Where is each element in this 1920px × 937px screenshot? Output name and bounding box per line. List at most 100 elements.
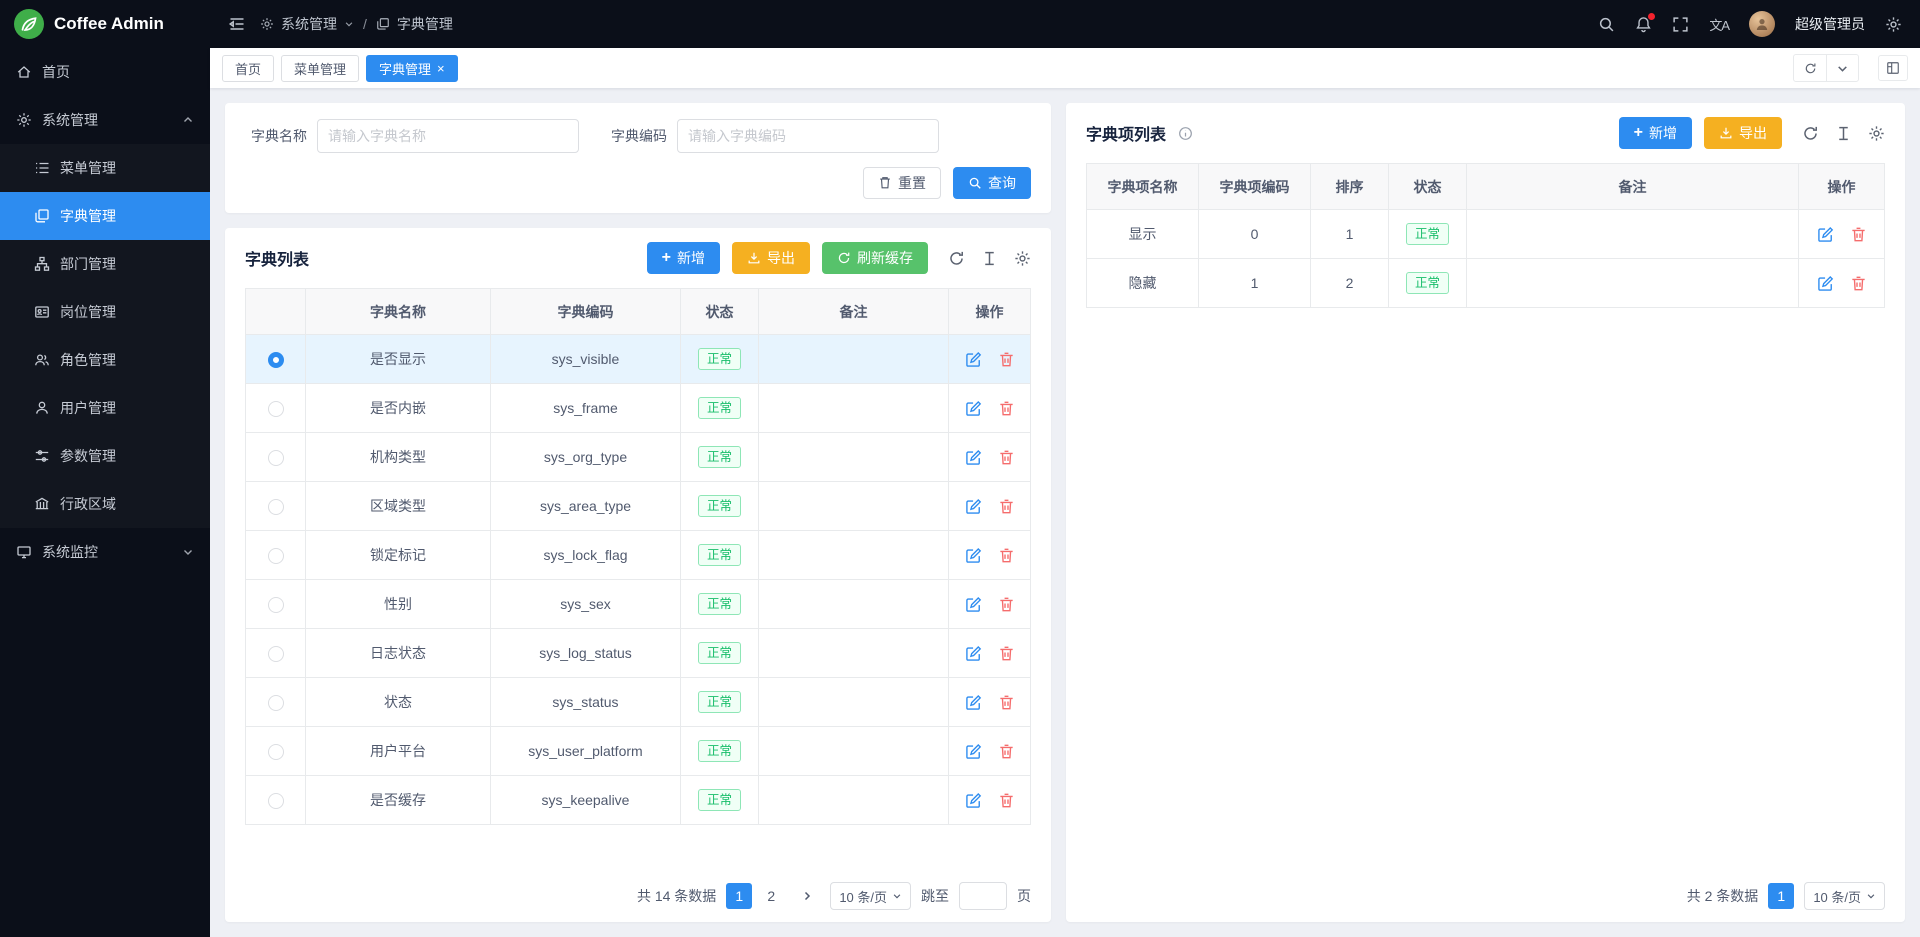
breadcrumb-level2[interactable]: 字典管理: [397, 14, 453, 34]
edit-icon[interactable]: [965, 400, 982, 417]
sidebar-item[interactable]: 部门管理: [0, 240, 210, 288]
density-icon[interactable]: [1835, 125, 1852, 142]
delete-icon[interactable]: [998, 400, 1015, 417]
row-radio[interactable]: [268, 793, 284, 809]
row-radio[interactable]: [268, 646, 284, 662]
delete-icon[interactable]: [998, 449, 1015, 466]
dict-code-cell: sys_keepalive: [491, 776, 681, 825]
delete-icon[interactable]: [998, 743, 1015, 760]
sidebar-item-monitor[interactable]: 系统监控: [0, 528, 210, 576]
query-button[interactable]: 查询: [953, 167, 1031, 199]
next-page-button[interactable]: [794, 883, 820, 909]
row-radio[interactable]: [268, 499, 284, 515]
close-icon[interactable]: ×: [437, 62, 445, 75]
refresh-icon[interactable]: [1794, 55, 1826, 81]
jump-page-input[interactable]: [959, 882, 1007, 910]
page-size-select[interactable]: 10 条/页: [1804, 882, 1885, 910]
sidebar-item[interactable]: 岗位管理: [0, 288, 210, 336]
sidebar-item[interactable]: 用户管理: [0, 384, 210, 432]
export-button[interactable]: 导出: [1704, 117, 1782, 149]
row-radio[interactable]: [268, 695, 284, 711]
row-radio[interactable]: [268, 597, 284, 613]
edit-icon[interactable]: [965, 547, 982, 564]
dict-code-input[interactable]: [677, 119, 939, 153]
delete-icon[interactable]: [998, 792, 1015, 809]
export-button[interactable]: 导出: [732, 242, 810, 274]
gear-icon[interactable]: [1868, 125, 1885, 142]
table-row[interactable]: 是否显示sys_visible正常: [246, 335, 1031, 384]
tab-menu-management[interactable]: 菜单管理: [281, 55, 359, 82]
layout-icon[interactable]: [1878, 55, 1908, 81]
row-radio[interactable]: [268, 352, 284, 368]
table-row[interactable]: 性别sys_sex正常: [246, 580, 1031, 629]
edit-icon[interactable]: [965, 351, 982, 368]
edit-icon[interactable]: [965, 694, 982, 711]
delete-icon[interactable]: [1850, 226, 1867, 243]
app-logo[interactable]: Coffee Admin: [0, 0, 210, 48]
sidebar-item[interactable]: 字典管理: [0, 192, 210, 240]
sidebar-item[interactable]: 参数管理: [0, 432, 210, 480]
table-row[interactable]: 是否内嵌sys_frame正常: [246, 384, 1031, 433]
sidebar-item[interactable]: 菜单管理: [0, 144, 210, 192]
sidebar-item[interactable]: 行政区域: [0, 480, 210, 528]
add-button[interactable]: + 新增: [647, 242, 720, 274]
reset-button[interactable]: 重置: [863, 167, 941, 199]
page-size-select[interactable]: 10 条/页: [830, 882, 911, 910]
table-row[interactable]: 日志状态sys_log_status正常: [246, 629, 1031, 678]
density-icon[interactable]: [981, 250, 998, 267]
delete-icon[interactable]: [998, 596, 1015, 613]
gear-icon[interactable]: [1014, 250, 1031, 267]
tab-home[interactable]: 首页: [222, 55, 274, 82]
search-icon[interactable]: [1598, 16, 1615, 33]
chevron-down-icon[interactable]: [1826, 55, 1858, 81]
fullscreen-icon[interactable]: [1672, 16, 1689, 33]
delete-icon[interactable]: [998, 645, 1015, 662]
refresh-icon[interactable]: [948, 250, 965, 267]
page-button-2[interactable]: 2: [758, 883, 784, 909]
menu-fold-icon[interactable]: [228, 15, 246, 33]
page-button-1[interactable]: 1: [726, 883, 752, 909]
row-radio[interactable]: [268, 744, 284, 760]
dict-name-input[interactable]: [317, 119, 579, 153]
edit-icon[interactable]: [1817, 226, 1834, 243]
table-row[interactable]: 隐藏12正常: [1087, 259, 1885, 308]
edit-icon[interactable]: [965, 449, 982, 466]
username[interactable]: 超级管理员: [1795, 14, 1865, 34]
refresh-icon[interactable]: [1802, 125, 1819, 142]
delete-icon[interactable]: [998, 694, 1015, 711]
dict-item-pagination: 共 2 条数据 1 10 条/页: [1086, 872, 1885, 910]
avatar[interactable]: [1749, 11, 1775, 37]
edit-icon[interactable]: [965, 596, 982, 613]
add-button[interactable]: + 新增: [1619, 117, 1692, 149]
edit-icon[interactable]: [965, 645, 982, 662]
edit-icon[interactable]: [1817, 275, 1834, 292]
delete-icon[interactable]: [1850, 275, 1867, 292]
table-row[interactable]: 机构类型sys_org_type正常: [246, 433, 1031, 482]
table-row[interactable]: 显示01正常: [1087, 210, 1885, 259]
table-row[interactable]: 用户平台sys_user_platform正常: [246, 727, 1031, 776]
edit-icon[interactable]: [965, 498, 982, 515]
table-row[interactable]: 状态sys_status正常: [246, 678, 1031, 727]
table-row[interactable]: 锁定标记sys_lock_flag正常: [246, 531, 1031, 580]
delete-icon[interactable]: [998, 547, 1015, 564]
row-radio[interactable]: [268, 548, 284, 564]
gear-icon[interactable]: [1885, 16, 1902, 33]
row-radio[interactable]: [268, 401, 284, 417]
page-button-1[interactable]: 1: [1768, 883, 1794, 909]
item-sort-cell: 1: [1311, 210, 1389, 259]
sidebar-item[interactable]: 角色管理: [0, 336, 210, 384]
edit-icon[interactable]: [965, 743, 982, 760]
row-radio[interactable]: [268, 450, 284, 466]
breadcrumb-level1[interactable]: 系统管理: [281, 14, 337, 34]
delete-icon[interactable]: [998, 351, 1015, 368]
sidebar-item-system[interactable]: 系统管理: [0, 96, 210, 144]
delete-icon[interactable]: [998, 498, 1015, 515]
refresh-cache-button[interactable]: 刷新缓存: [822, 242, 928, 274]
tab-dict-management[interactable]: 字典管理 ×: [366, 55, 458, 82]
translate-icon[interactable]: 文A: [1709, 15, 1729, 34]
sidebar-item-home[interactable]: 首页: [0, 48, 210, 96]
edit-icon[interactable]: [965, 792, 982, 809]
table-row[interactable]: 区域类型sys_area_type正常: [246, 482, 1031, 531]
bell-icon[interactable]: [1635, 16, 1652, 33]
table-row[interactable]: 是否缓存sys_keepalive正常: [246, 776, 1031, 825]
